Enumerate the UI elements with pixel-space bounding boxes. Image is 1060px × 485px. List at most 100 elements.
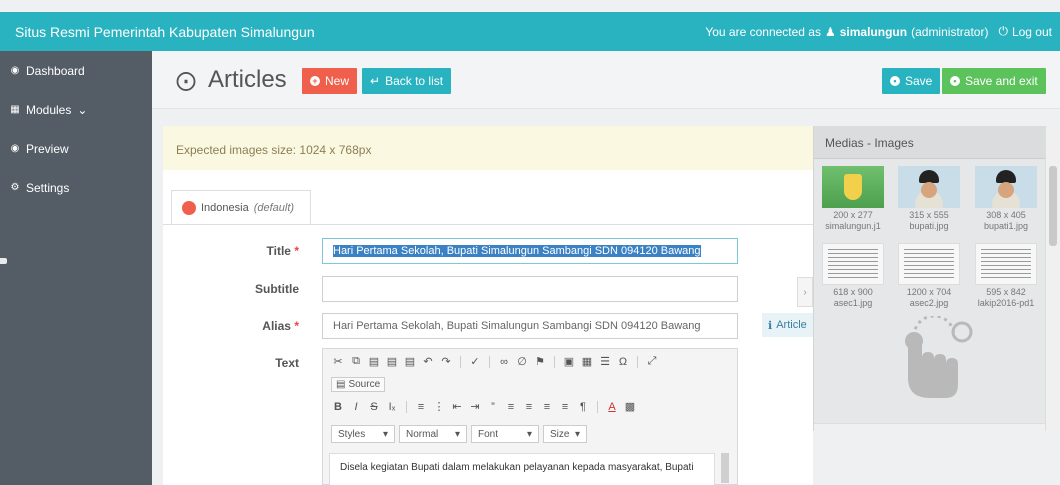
cut-icon[interactable]: ✂ — [331, 355, 345, 368]
unlink-icon[interactable]: ∅ — [515, 355, 529, 368]
new-button[interactable]: + New — [302, 68, 358, 94]
toolbar-separator — [597, 400, 598, 413]
anchor-flag-icon[interactable]: ⚑ — [533, 355, 547, 368]
sidebar-item-dashboard[interactable]: ◉ Dashboard — [0, 51, 152, 90]
paste-text-icon[interactable]: ▤ — [385, 355, 399, 368]
subtitle-label-text: Subtitle — [255, 282, 299, 296]
toolbar-separator — [460, 355, 461, 368]
media-horizontal-scrollbar[interactable] — [814, 423, 1046, 431]
toolbar-separator — [406, 400, 407, 413]
source-label: Source — [348, 379, 381, 390]
sidebar-item-label: Dashboard — [26, 63, 85, 78]
save-button[interactable]: • Save — [882, 68, 941, 94]
logout-link[interactable]: ⏻ Log out — [998, 24, 1052, 39]
text-color-icon[interactable]: A — [605, 401, 619, 413]
outdent-icon[interactable]: ⇤ — [450, 400, 464, 413]
copy-icon[interactable]: ⧉ — [349, 355, 363, 368]
numbered-list-icon[interactable]: ≡ — [414, 401, 428, 413]
redo-icon[interactable]: ↷ — [439, 355, 453, 368]
eye-icon: ◉ — [10, 143, 20, 154]
size-dropdown[interactable]: Size ▾ — [543, 425, 587, 443]
align-right-icon[interactable]: ≡ — [540, 401, 554, 413]
user-role: (administrator) — [911, 24, 989, 39]
media-dims: 308 x 405 — [986, 210, 1026, 220]
media-item[interactable]: 595 x 842 lakip2016-pd1 — [971, 243, 1041, 309]
reply-icon: ↵ — [370, 74, 381, 88]
page-scrollbar[interactable] — [1045, 126, 1060, 431]
indent-icon[interactable]: ⇥ — [468, 400, 482, 413]
chevron-right-icon[interactable]: › — [797, 277, 813, 307]
size-label: Size — [550, 428, 570, 440]
media-item[interactable]: 618 x 900 asec1.jpg — [818, 243, 888, 309]
back-to-list-button[interactable]: ↵ Back to list — [362, 68, 452, 94]
subtitle-label: Subtitle — [163, 282, 299, 296]
username[interactable]: simalungun — [840, 25, 907, 39]
special-char-icon[interactable]: Ω — [616, 356, 630, 368]
media-filename: lakip2016-pd1 — [977, 298, 1035, 308]
tab-language-indonesia[interactable]: Indonesia (default) — [171, 190, 311, 224]
undo-icon[interactable]: ↶ — [421, 355, 435, 368]
bold-icon[interactable]: B — [331, 401, 345, 413]
background-color-icon[interactable]: ▩ — [623, 400, 637, 413]
source-button[interactable]: ▤ Source — [331, 377, 386, 392]
page-header: ⨀ Articles + New ↵ Back to list • Save •… — [152, 51, 1060, 109]
maximize-icon[interactable]: ⤢ — [645, 355, 659, 368]
blockquote-icon[interactable]: ” — [486, 401, 500, 413]
image-icon[interactable]: ▣ — [562, 355, 576, 368]
bidi-icon[interactable]: ¶ — [576, 401, 590, 413]
justify-icon[interactable]: ≡ — [558, 401, 572, 413]
spellcheck-icon[interactable]: ✓ — [468, 355, 482, 368]
sidebar-item-label: Preview — [26, 141, 69, 156]
format-dropdown[interactable]: Normal ▾ — [399, 425, 467, 443]
horizontal-rule-icon[interactable]: ☰ — [598, 355, 612, 368]
paste-word-icon[interactable]: ▤ — [403, 355, 417, 368]
editor-scrollbar[interactable] — [721, 453, 729, 483]
media-thumbnail — [975, 166, 1037, 208]
logout-label: Log out — [1011, 24, 1052, 39]
table-icon[interactable]: ▦ — [580, 355, 594, 368]
sidebar-item-preview[interactable]: ◉ Preview — [0, 129, 152, 168]
scrollbar-thumb[interactable] — [1049, 166, 1057, 246]
article-form: Expected images size: 1024 x 768px Indon… — [163, 126, 813, 485]
media-item[interactable]: 315 x 555 bupati.jpg — [894, 166, 964, 232]
align-center-icon[interactable]: ≡ — [522, 401, 536, 413]
media-item[interactable]: 308 x 405 bupati1.jpg — [971, 166, 1041, 232]
tab-divider — [163, 224, 813, 225]
media-thumbnail — [975, 243, 1037, 285]
remove-format-icon[interactable]: Iₓ — [385, 401, 399, 413]
alias-label: Alias * — [163, 319, 299, 333]
title-input[interactable]: Hari Pertama Sekolah, Bupati Simalungun … — [322, 238, 738, 264]
align-left-icon[interactable]: ≡ — [504, 401, 518, 413]
media-filename: bupati1.jpg — [983, 221, 1029, 231]
media-item[interactable]: 200 x 277 simalungun.j1 — [818, 166, 888, 232]
required-mark: * — [294, 319, 299, 333]
pin-icon: ⨀ — [176, 70, 196, 92]
media-filename: bupati.jpg — [909, 221, 949, 231]
bulleted-list-icon[interactable]: ⋮ — [432, 400, 446, 413]
media-thumbnail — [898, 243, 960, 285]
editor-body[interactable]: Disela kegiatan Bupati dalam melakukan p… — [329, 453, 715, 485]
site-title[interactable]: Situs Resmi Pemerintah Kabupaten Simalun… — [15, 24, 315, 40]
italic-icon[interactable]: I — [349, 401, 363, 413]
styles-dropdown[interactable]: Styles ▾ — [331, 425, 395, 443]
left-edge-handle[interactable] — [0, 258, 7, 264]
title-value: Hari Pertama Sekolah, Bupati Simalungun … — [333, 245, 701, 257]
sidebar-item-modules[interactable]: ▦ Modules ⌄ — [0, 90, 152, 129]
link-icon[interactable]: ∞ — [497, 356, 511, 368]
font-dropdown[interactable]: Font ▾ — [471, 425, 539, 443]
chevron-down-icon: ▾ — [574, 428, 580, 440]
media-filename: asec1.jpg — [833, 298, 873, 308]
save-exit-icon: • — [950, 76, 960, 86]
media-item[interactable]: 1200 x 704 asec2.jpg — [894, 243, 964, 309]
save-label: Save — [905, 74, 933, 88]
strikethrough-icon[interactable]: S — [367, 401, 381, 413]
alias-input[interactable]: Hari Pertama Sekolah, Bupati Simalungun … — [322, 313, 738, 339]
sidebar-item-settings[interactable]: ⚙ Settings — [0, 168, 152, 207]
subtitle-input[interactable] — [322, 276, 738, 302]
toolbar-separator — [489, 355, 490, 368]
dashboard-icon: ◉ — [10, 65, 20, 76]
paste-icon[interactable]: ▤ — [367, 355, 381, 368]
media-filename: simalungun.j1 — [825, 221, 881, 231]
rich-text-editor[interactable]: ✂ ⧉ ▤ ▤ ▤ ↶ ↷ ✓ ∞ ∅ ⚑ ▣ ▦ ☰ Ω ⤢ ▤ Source — [322, 348, 738, 485]
save-and-exit-button[interactable]: • Save and exit — [942, 68, 1046, 94]
